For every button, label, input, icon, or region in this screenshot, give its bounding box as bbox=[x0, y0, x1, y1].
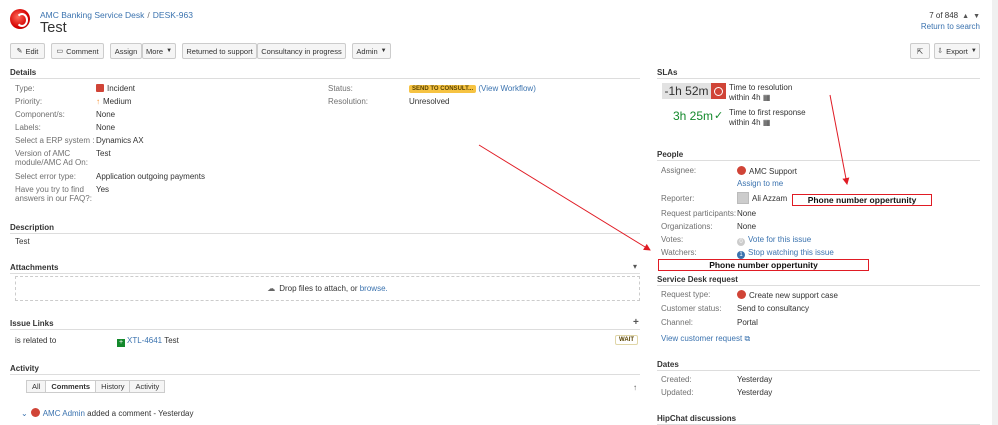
annotation-arrow-1 bbox=[829, 94, 850, 185]
annotation-box-1: Phone number oppertunity bbox=[792, 194, 932, 206]
annotation-box-2: Phone number oppertunity bbox=[658, 259, 869, 271]
annotation-arrow-2 bbox=[478, 144, 651, 251]
page-scrollbar[interactable] bbox=[992, 0, 998, 425]
annotation-arrows bbox=[478, 94, 850, 251]
